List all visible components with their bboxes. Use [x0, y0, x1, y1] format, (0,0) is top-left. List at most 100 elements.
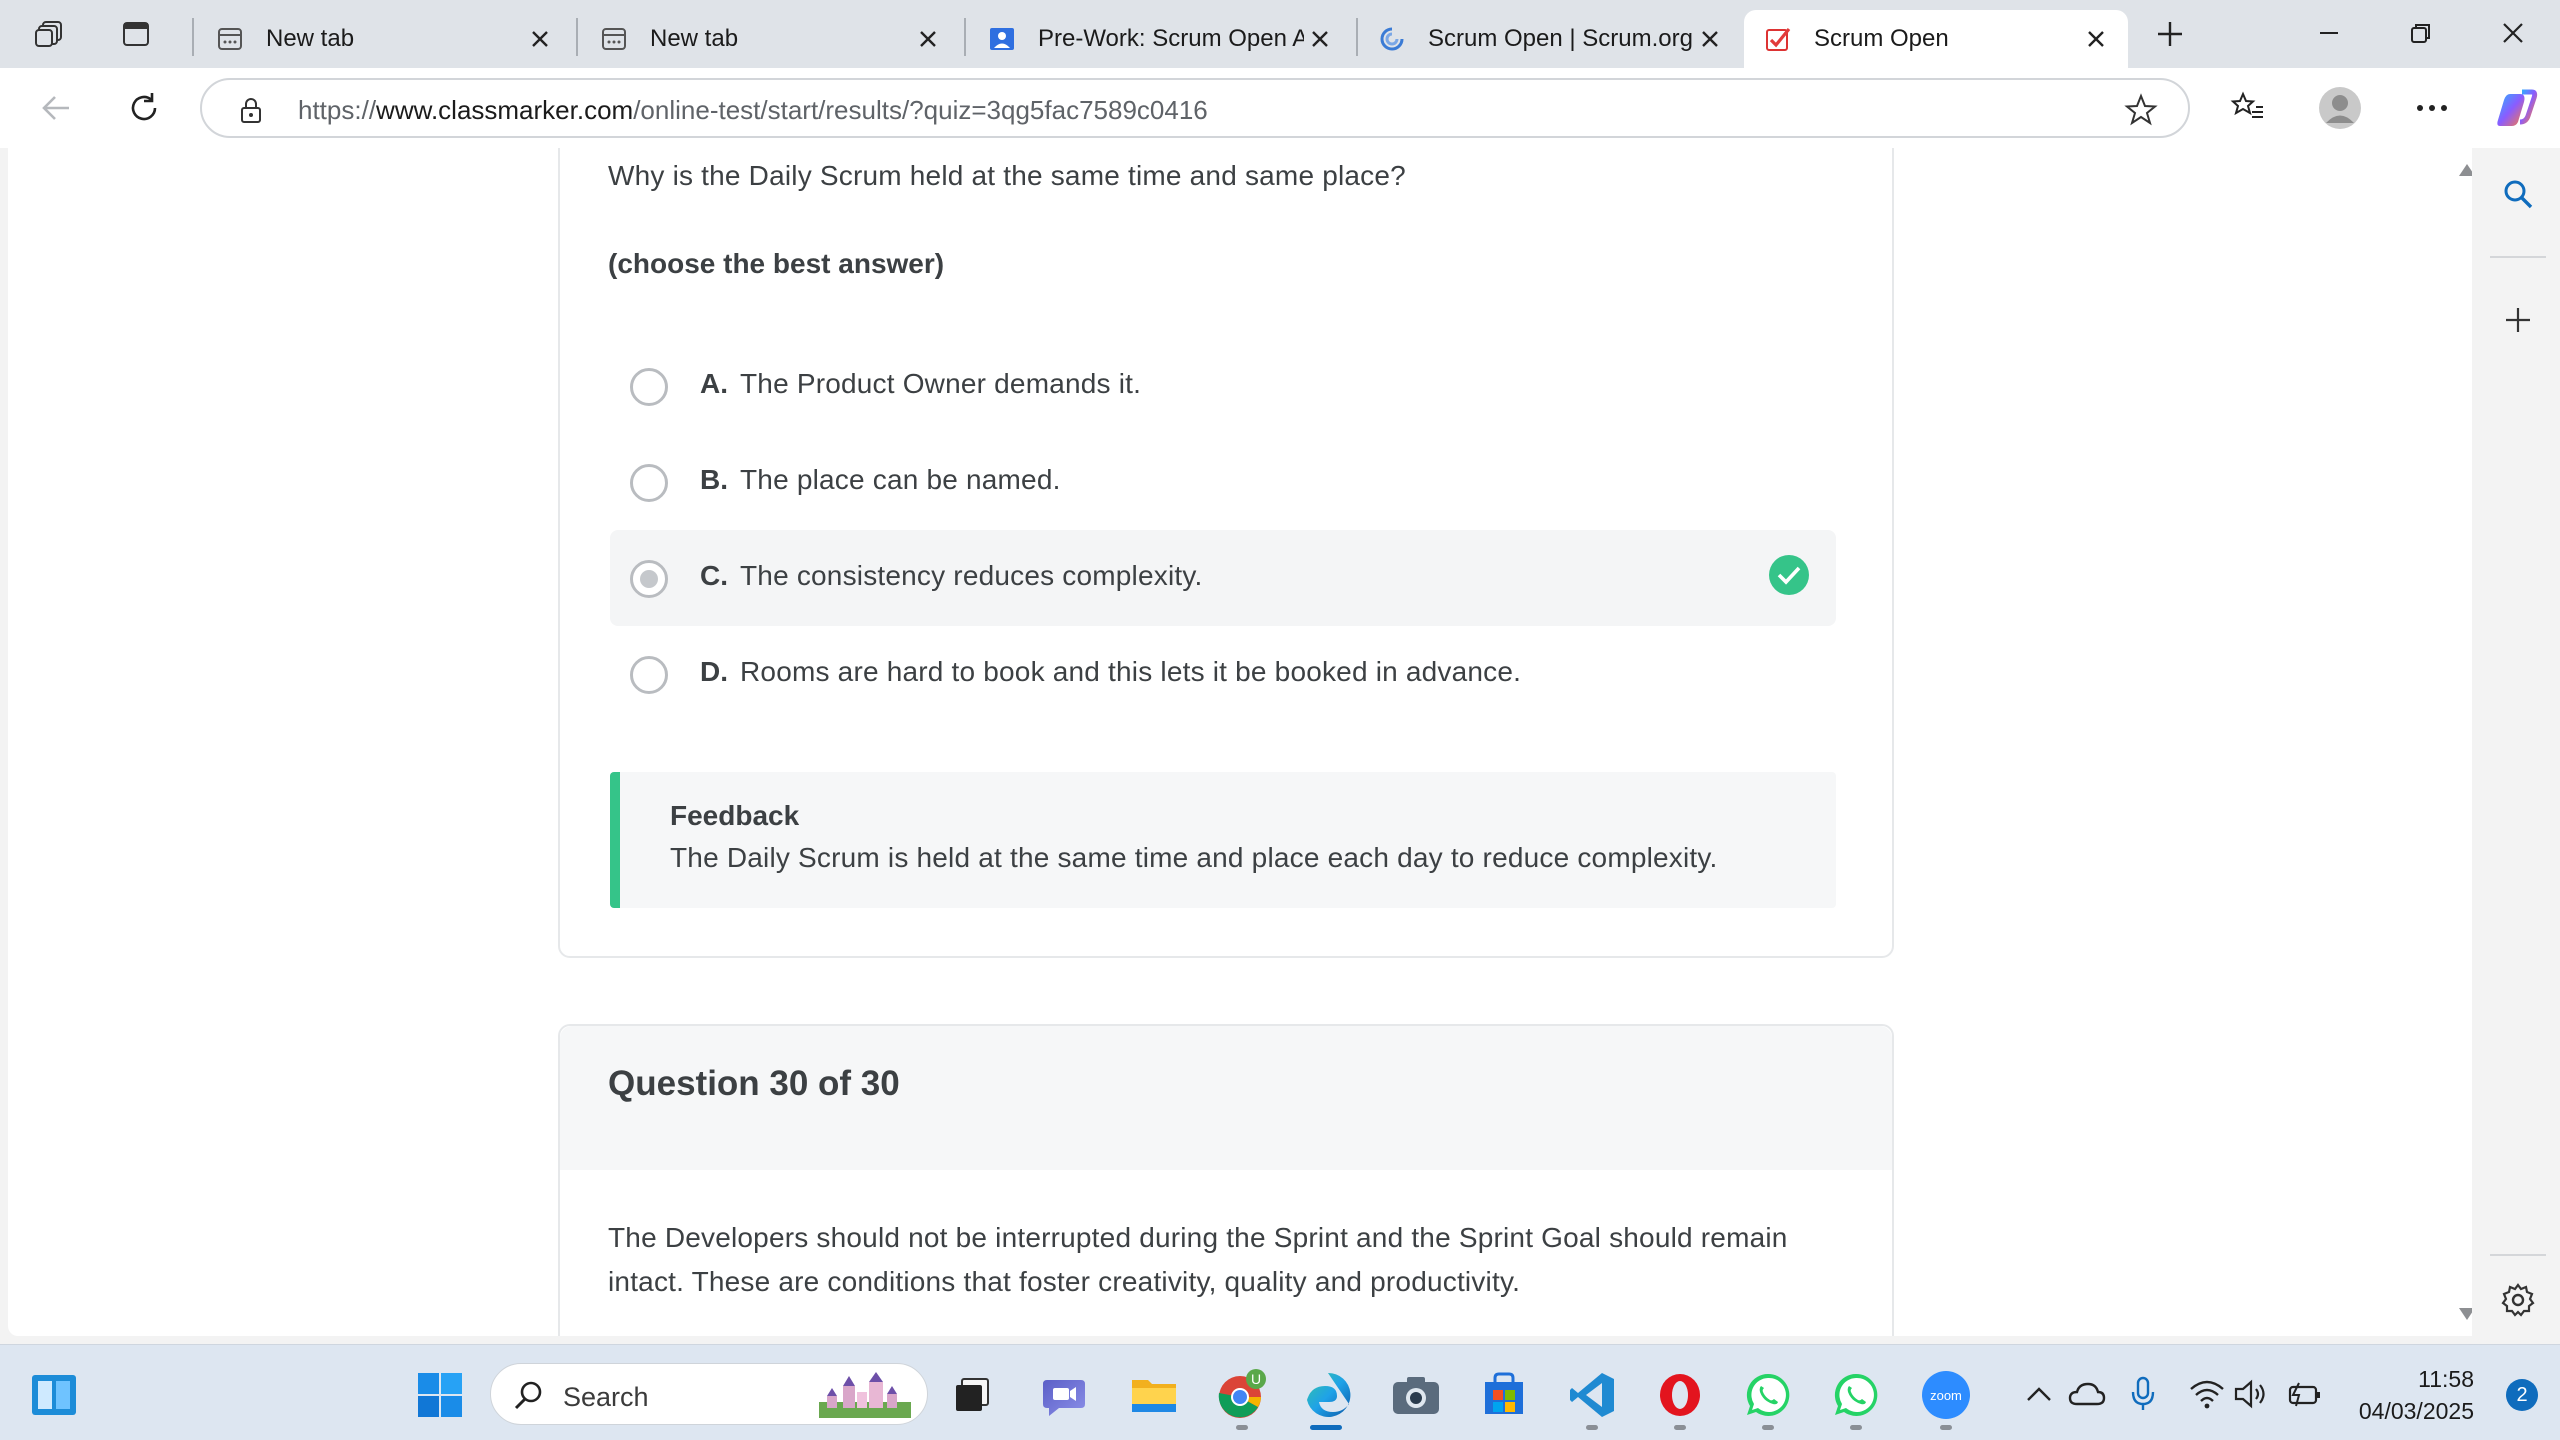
widgets-icon[interactable] — [28, 1369, 80, 1421]
new-tab-icon — [602, 28, 626, 50]
search-highlight-castle-icon — [819, 1372, 911, 1418]
task-view-icon[interactable] — [946, 1369, 998, 1421]
notification-badge[interactable]: 2 — [2506, 1379, 2538, 1411]
taskbar-search-box[interactable]: Search — [490, 1363, 928, 1425]
question-header: Question 30 of 30 — [560, 1026, 1892, 1170]
camera-icon[interactable] — [1390, 1369, 1442, 1421]
back-arrow-icon[interactable] — [30, 82, 82, 134]
radio-button-selected — [630, 560, 668, 598]
close-tab-icon[interactable] — [912, 23, 944, 55]
new-tab-plus-icon[interactable] — [2150, 14, 2190, 54]
lock-icon[interactable] — [236, 95, 266, 125]
opera-icon[interactable] — [1654, 1369, 1706, 1421]
profile-avatar-icon[interactable] — [2314, 82, 2366, 134]
edge-icon[interactable] — [1302, 1369, 1354, 1421]
teams-chat-icon[interactable] — [1038, 1369, 1090, 1421]
sidebar-divider — [2490, 256, 2546, 258]
active-indicator — [1310, 1425, 1342, 1430]
question-title: Question 30 of 30 — [608, 1064, 900, 1103]
onedrive-cloud-icon[interactable] — [2068, 1375, 2106, 1413]
search-label: Search — [563, 1382, 649, 1412]
zoom-label: zoom — [1930, 1388, 1962, 1403]
running-indicator — [1850, 1425, 1862, 1430]
wifi-icon[interactable] — [2188, 1375, 2226, 1413]
feedback-box: Feedback The Daily Scrum is held at the … — [610, 772, 1836, 908]
address-bar[interactable]: https://www.classmarker.com/online-test/… — [200, 78, 2190, 138]
tab-scrum-org[interactable]: Scrum Open | Scrum.org — [1358, 10, 1742, 68]
tab-separator — [964, 18, 966, 56]
answer-option-b: B. The place can be named. — [610, 434, 1836, 530]
scroll-down-arrow-icon[interactable] — [2456, 1304, 2472, 1324]
sidebar-settings-gear-icon[interactable] — [2490, 1272, 2546, 1328]
more-options-icon[interactable] — [2406, 82, 2458, 134]
clock-time: 11:58 — [2418, 1366, 2474, 1392]
workspaces-icon[interactable] — [30, 14, 70, 54]
battery-charging-icon[interactable] — [2284, 1375, 2322, 1413]
close-tab-icon[interactable] — [2080, 23, 2112, 55]
classmarker-check-icon — [1766, 27, 1791, 51]
show-hidden-icons-chevron-icon[interactable] — [2020, 1375, 2058, 1413]
search-icon — [514, 1381, 542, 1410]
tab-new-tab-2[interactable]: New tab — [580, 10, 960, 68]
scroll-up-arrow-icon[interactable] — [2456, 160, 2472, 180]
question-hint: (choose the best answer) — [608, 248, 945, 279]
whatsapp-icon[interactable] — [1742, 1369, 1794, 1421]
tab-title: Scrum Open — [1814, 25, 1949, 52]
restore-icon[interactable] — [2386, 10, 2456, 56]
chrome-profile-badge: U — [1251, 1371, 1261, 1387]
sidebar-search-icon[interactable] — [2490, 166, 2546, 222]
volume-icon[interactable] — [2232, 1375, 2270, 1413]
zoom-icon[interactable]: zoom — [1920, 1369, 1972, 1421]
tab-title: New tab — [266, 25, 355, 52]
running-indicator — [1586, 1425, 1598, 1430]
tab-new-tab-1[interactable]: New tab — [196, 10, 572, 68]
favorite-star-icon[interactable] — [2124, 93, 2158, 127]
chrome-icon[interactable]: U — [1216, 1369, 1268, 1421]
option-letter: B. — [700, 464, 728, 495]
sidebar-add-icon[interactable] — [2490, 292, 2546, 348]
file-explorer-icon[interactable] — [1128, 1369, 1180, 1421]
microsoft-store-icon[interactable] — [1478, 1369, 1530, 1421]
browser-toolbar: https://www.classmarker.com/online-test/… — [0, 68, 2560, 148]
tab-title: Scrum Open | Scrum.org — [1428, 25, 1693, 52]
radio-button — [630, 368, 668, 406]
question-card-30: Question 30 of 30 The Developers should … — [558, 1024, 1894, 1336]
running-indicator — [1236, 1425, 1248, 1430]
tab-pre-work[interactable]: Pre-Work: Scrum Open A — [968, 10, 1352, 68]
option-letter: A. — [700, 368, 728, 399]
close-tab-icon[interactable] — [524, 23, 556, 55]
new-tab-icon — [218, 28, 242, 50]
question-card-29: Why is the Daily Scrum held at the same … — [558, 148, 1894, 958]
close-window-icon[interactable] — [2478, 10, 2548, 56]
minimize-icon[interactable] — [2294, 10, 2364, 56]
option-letter: D. — [700, 656, 728, 687]
page-viewport[interactable]: Why is the Daily Scrum held at the same … — [8, 148, 2472, 1336]
option-text: The Product Owner demands it. — [740, 368, 1142, 399]
favorites-icon[interactable] — [2222, 82, 2274, 134]
tab-separator — [192, 18, 194, 56]
radio-button — [630, 656, 668, 694]
answer-option-a: A. The Product Owner demands it. — [610, 338, 1836, 434]
windows-taskbar: Search U zoom 11:58 04/03/2025 2 — [0, 1344, 2560, 1440]
windows-start-icon[interactable] — [414, 1369, 466, 1421]
tab-scrum-open-active[interactable]: Scrum Open — [1744, 10, 2128, 68]
running-indicator — [1940, 1425, 1952, 1430]
refresh-icon[interactable] — [118, 82, 170, 134]
url-text[interactable]: https://www.classmarker.com/online-test/… — [298, 95, 1208, 126]
option-text: Rooms are hard to book and this lets it … — [740, 656, 1522, 687]
vscode-icon[interactable] — [1566, 1369, 1618, 1421]
question-text: The Developers should not be interrupted… — [608, 1222, 1788, 1297]
answer-option-c: C. The consistency reduces complexity. — [610, 530, 1836, 626]
close-tab-icon[interactable] — [1304, 23, 1336, 55]
copilot-icon[interactable] — [2490, 82, 2542, 134]
option-letter: C. — [700, 560, 728, 591]
scrum-org-icon — [1380, 27, 1404, 51]
whatsapp-business-icon[interactable] — [1830, 1369, 1882, 1421]
option-text: The place can be named. — [740, 464, 1061, 495]
close-tab-icon[interactable] — [1694, 23, 1726, 55]
microphone-icon[interactable] — [2124, 1375, 2162, 1413]
tab-actions-icon[interactable] — [116, 14, 156, 54]
question-text: Why is the Daily Scrum held at the same … — [608, 160, 1406, 191]
system-clock[interactable]: 11:58 04/03/2025 — [2359, 1363, 2474, 1427]
edge-sidebar — [2476, 148, 2560, 1336]
